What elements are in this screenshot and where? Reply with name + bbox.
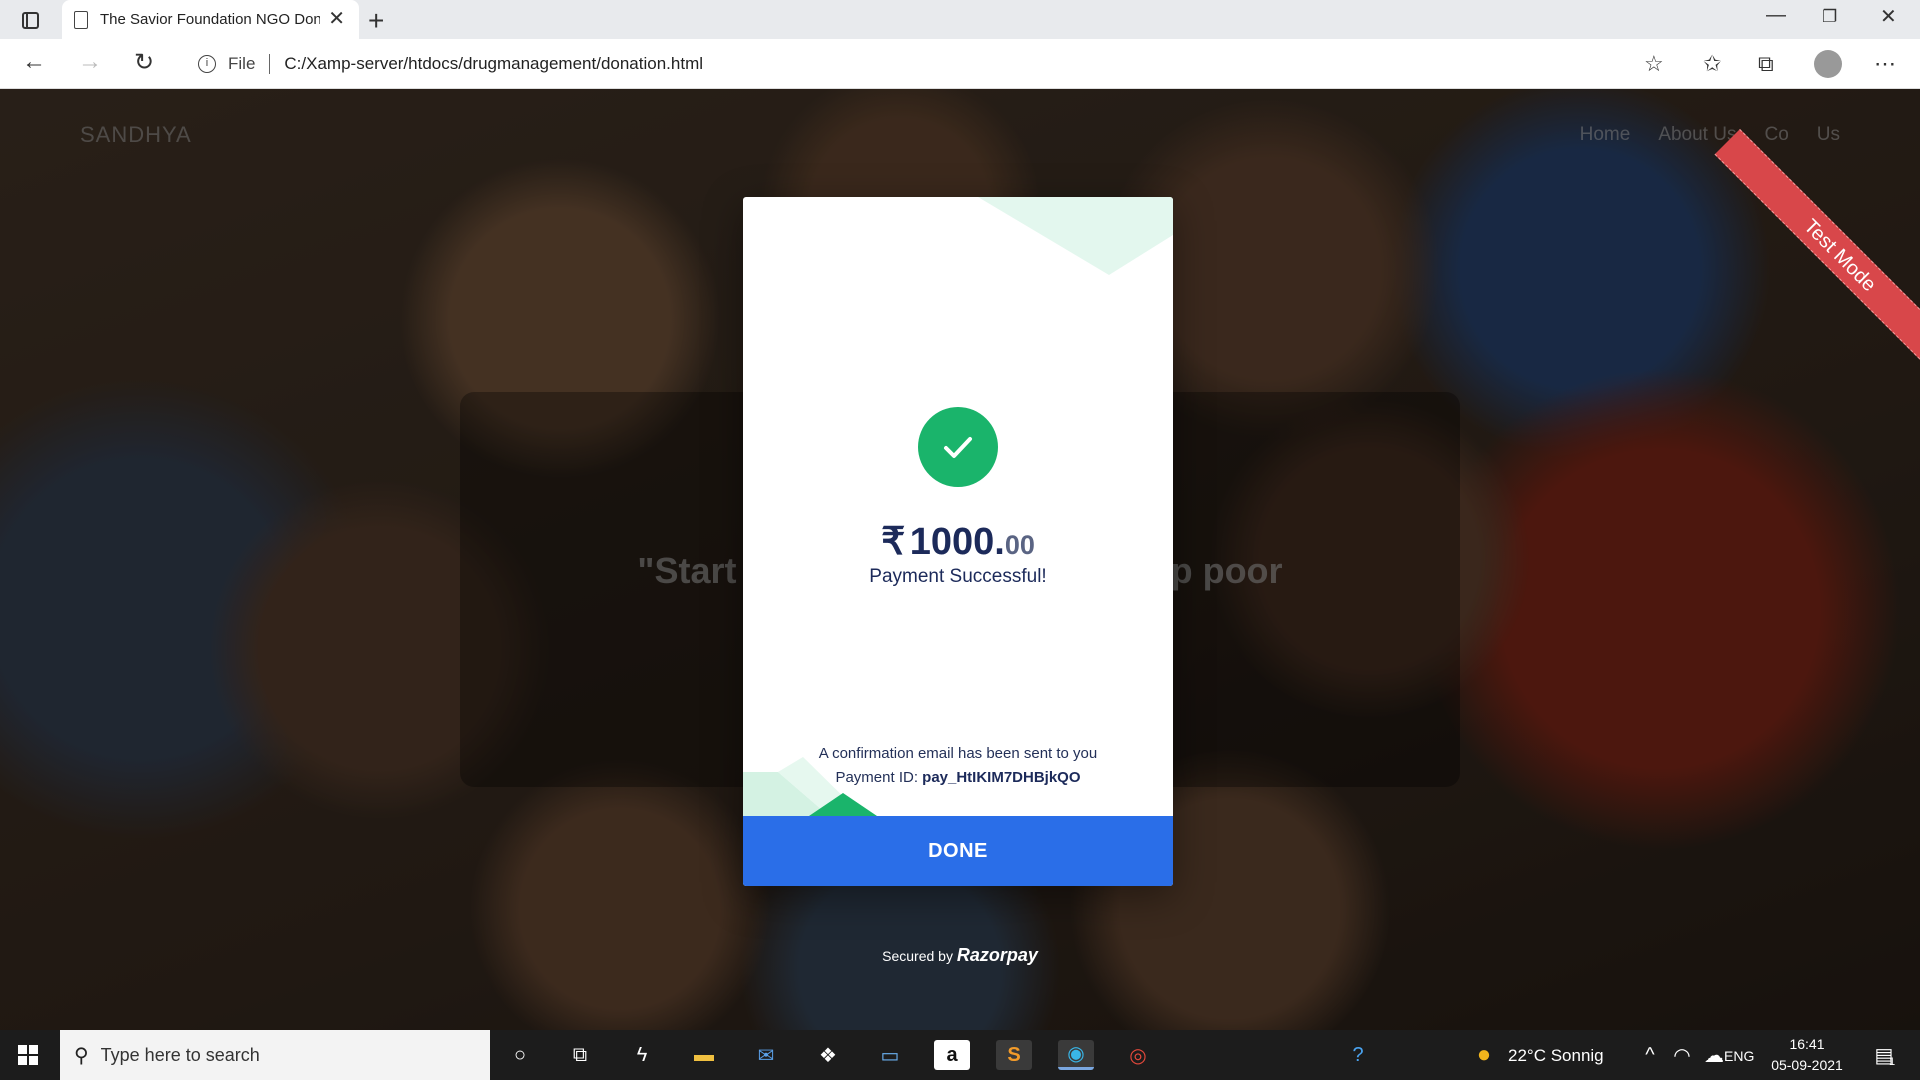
address-url[interactable]: C:/Xamp-server/htdocs/drugmanagement/don… [284,54,703,74]
dropbox-icon[interactable]: ❖ [810,1040,846,1070]
taskbar-search[interactable]: ⚲ Type here to search [60,1030,490,1080]
payment-id-label: Payment ID: [835,769,918,786]
computer-icon[interactable]: ▭ [872,1040,908,1070]
secured-by-footer: Secured by Razorpay [0,945,1920,966]
minimize-icon[interactable]: — [1766,4,1786,27]
favorites-icon[interactable]: ✩ [1703,51,1721,77]
more-menu-icon[interactable]: ⋯ [1874,51,1896,77]
address-bar[interactable]: i File C:/Xamp-server/htdocs/drugmanagem… [180,45,1680,83]
chrome-icon[interactable]: ◎ [1120,1040,1156,1070]
clock[interactable]: 16:41 05-09-2021 [1762,1034,1852,1076]
amazon-icon[interactable]: a [934,1040,970,1070]
task-view-icon[interactable]: ⧉ [562,1040,598,1070]
payment-status: Payment Successful! [869,566,1047,587]
add-favorite-icon[interactable]: ☆ [1644,51,1664,77]
razorpay-logo: Razorpay [956,945,1038,965]
weather-sun-icon: ● [1476,1041,1492,1068]
refresh-icon[interactable]: ↻ [128,48,160,77]
payment-amount: ₹ 1000.00 [743,519,1173,564]
tab-active[interactable]: The Savior Foundation NGO Dona ✕ [62,0,359,39]
notification-count: 1 [1889,1056,1896,1068]
weather-text[interactable]: 22°C Sonnig [1508,1046,1604,1066]
language-indicator[interactable]: ENG [1724,1048,1754,1064]
search-icon: ⚲ [74,1044,89,1067]
page-icon [74,10,88,29]
taskbar: ⚲ Type here to search ○ ⧉ ϟ ▬ ✉ ❖ ▭ a S … [0,1030,1920,1080]
clock-date: 05-09-2021 [1771,1057,1843,1073]
notification-icon[interactable]: ▤ [1866,1040,1902,1070]
windows-start-icon[interactable] [18,1045,38,1065]
help-icon[interactable]: ? [1340,1040,1376,1070]
tab-title: The Savior Foundation NGO Dona [100,11,320,28]
clock-time: 16:41 [1789,1036,1825,1052]
secured-by-label: Secured by [882,948,953,964]
address-separator [269,54,271,74]
payment-id-line: Payment ID: pay_HtIKIM7DHBjkQO [743,769,1173,786]
pin-app-icon[interactable]: ϟ [624,1040,660,1070]
back-icon[interactable]: ← [18,48,50,76]
collections-icon[interactable]: ⧉ [1758,51,1774,77]
file-explorer-icon[interactable]: ▬ [686,1040,722,1070]
cortana-icon[interactable]: ○ [502,1040,538,1070]
page-viewport: SANDHYA Home About Us Co Us "Start Fu el… [0,89,1920,1030]
maximize-icon[interactable]: ❐ [1822,7,1837,27]
window-close-icon[interactable]: ✕ [1880,4,1897,29]
browser-toolbar: ← → ↻ i File C:/Xamp-server/htdocs/drugm… [0,39,1920,89]
edge-icon[interactable]: ◉ [1058,1040,1094,1070]
currency-symbol: ₹ [881,521,906,563]
new-tab-button[interactable]: + [368,5,384,37]
tab-bar: The Savior Foundation NGO Dona ✕ + — ❐ ✕ [0,0,1920,39]
sublime-text-icon[interactable]: S [996,1040,1032,1070]
tab-actions-icon[interactable] [8,7,52,33]
tray-chevron-icon[interactable]: ^ [1632,1040,1668,1070]
success-check-icon [918,407,998,487]
amount-whole: 1000. [909,521,1005,563]
mail-icon[interactable]: ✉ [748,1040,784,1070]
email-notice: A confirmation email has been sent to yo… [818,745,1098,762]
forward-icon[interactable]: → [74,48,106,76]
search-placeholder: Type here to search [100,1044,260,1065]
done-button[interactable]: DONE [743,816,1173,886]
amount-decimal: 00 [1004,530,1035,560]
payment-modal: ₹ 1000.00 Payment Successful! A confirma… [743,197,1173,886]
payment-id-value: pay_HtIKIM7DHBjkQO [922,769,1081,786]
profile-avatar[interactable] [1814,50,1842,78]
wifi-icon[interactable]: ◠ [1664,1040,1700,1070]
info-icon[interactable]: i [198,55,216,73]
tab-close-icon[interactable]: ✕ [328,9,345,29]
address-scheme-label: File [228,54,256,73]
